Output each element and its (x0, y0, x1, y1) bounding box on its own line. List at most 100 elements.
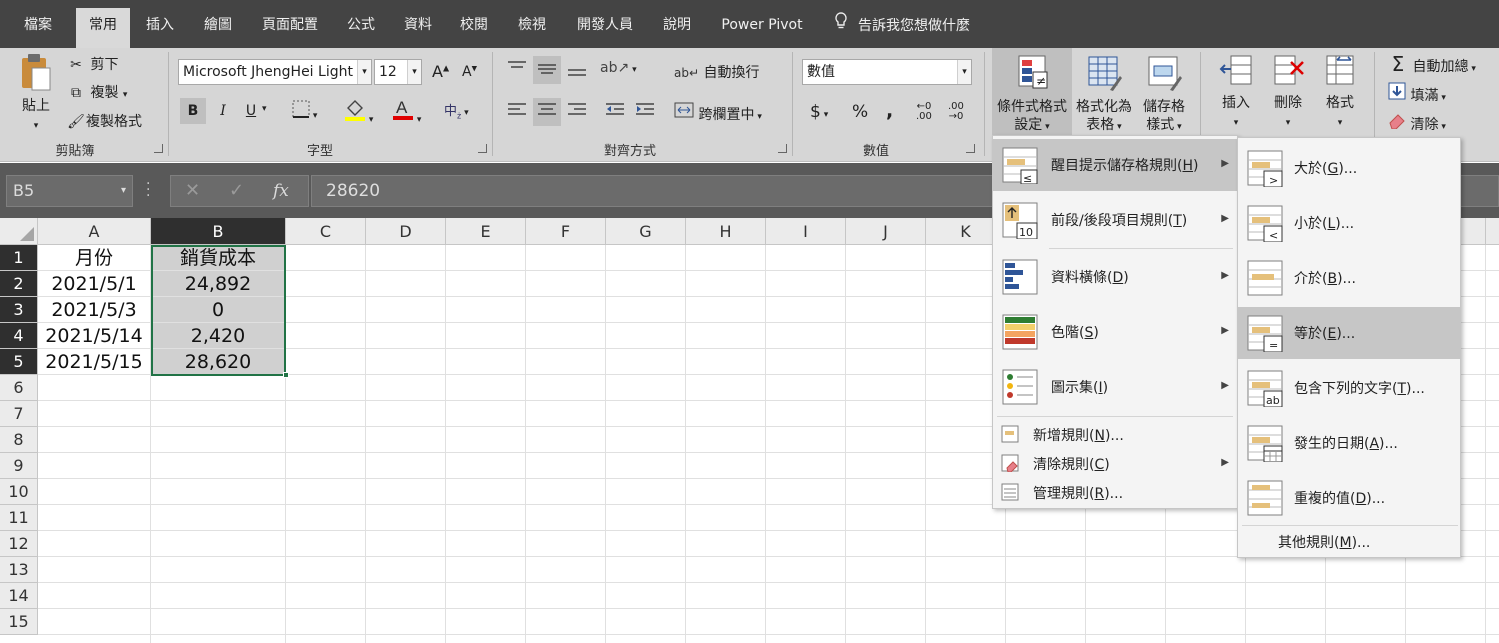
row-header-13[interactable]: 13 (0, 557, 38, 583)
menu-item-clear-rules[interactable]: 清除規則(C) ▶ (993, 449, 1237, 477)
cell-styles-button[interactable]: 儲存格 樣式 ▾ (1136, 48, 1192, 136)
font-size-dropdown[interactable]: 12 ▾ (374, 59, 422, 85)
increase-decimal-button[interactable]: ←0.00 (916, 102, 932, 122)
menu-item-data-bars[interactable]: 資料橫條(D) ▶ (993, 251, 1237, 303)
column-header-f[interactable]: F (526, 218, 606, 245)
underline-dropdown[interactable]: ▾ (262, 104, 267, 114)
format-painter-button[interactable]: 🖌複製格式 (66, 111, 142, 131)
insert-cells-button[interactable]: 插入 ▾ (1212, 52, 1260, 136)
tab-home[interactable]: 常用 (76, 8, 130, 48)
tab-page-layout[interactable]: 頁面配置 (252, 10, 328, 40)
select-all-button[interactable] (0, 218, 38, 245)
merge-center-button[interactable]: 跨欄置中 ▾ (674, 101, 762, 124)
row-header-6[interactable]: 6 (0, 375, 38, 401)
row-header-14[interactable]: 14 (0, 583, 38, 609)
tab-file[interactable]: 檔案 (10, 10, 66, 40)
row-header-2[interactable]: 2 (0, 271, 38, 297)
submenu-item-duplicate-values[interactable]: 重複的值(D)... (1238, 472, 1460, 524)
number-dialog-launcher[interactable] (966, 144, 975, 153)
formula-bar-resize-icon[interactable]: · · · (146, 177, 150, 203)
conditional-formatting-button[interactable]: ≠ 條件式格式 設定 ▾ (992, 48, 1072, 136)
submenu-item-date-occurring[interactable]: 發生的日期(A)... (1238, 417, 1460, 469)
number-format-dropdown[interactable]: 數值 ▾ (802, 59, 972, 85)
clear-button[interactable]: 清除 ▾ (1388, 111, 1446, 134)
underline-button[interactable]: U (240, 98, 262, 124)
tab-developer[interactable]: 開發人員 (566, 10, 644, 40)
submenu-item-between[interactable]: 介於(B)... (1238, 252, 1460, 304)
font-dialog-launcher[interactable] (478, 144, 487, 153)
tab-draw[interactable]: 繪圖 (192, 10, 244, 40)
menu-item-icon-sets[interactable]: 圖示集(I) ▶ (993, 361, 1237, 413)
row-header-1[interactable]: 1 (0, 245, 38, 271)
font-color-button[interactable]: A ▾ (392, 96, 421, 126)
align-left-button[interactable] (506, 100, 528, 124)
row-header-7[interactable]: 7 (0, 401, 38, 427)
menu-item-top-bottom-rules[interactable]: 10 前段/後段項目規則(T) ▶ (993, 194, 1237, 246)
phonetic-button[interactable]: 中ż ▾ (444, 100, 469, 121)
decrease-indent-button[interactable] (604, 100, 626, 124)
submenu-item-text-contains[interactable]: ab 包含下列的文字(T)... (1238, 362, 1460, 414)
tab-view[interactable]: 檢視 (507, 10, 557, 40)
column-header-a[interactable]: A (38, 218, 151, 245)
borders-button[interactable]: ▾ (292, 100, 317, 122)
insert-function-icon[interactable]: fx (273, 176, 289, 206)
tab-insert[interactable]: 插入 (136, 10, 184, 40)
row-header-11[interactable]: 11 (0, 505, 38, 531)
column-header-r[interactable]: R (1486, 218, 1499, 245)
column-header-b[interactable]: B (151, 218, 286, 245)
cell-a5[interactable]: 2021/5/15 (38, 349, 150, 374)
cell-a3[interactable]: 2021/5/3 (38, 297, 150, 322)
alignment-dialog-launcher[interactable] (778, 144, 787, 153)
align-center-button[interactable] (533, 98, 561, 126)
column-header-c[interactable]: C (286, 218, 366, 245)
tab-formulas[interactable]: 公式 (336, 10, 386, 40)
enter-icon[interactable]: ✓ (229, 176, 244, 206)
row-header-9[interactable]: 9 (0, 453, 38, 479)
menu-item-new-rule[interactable]: 新增規則(N)... (993, 420, 1237, 448)
align-middle-button[interactable] (533, 56, 561, 84)
row-header-5[interactable]: 5 (0, 349, 38, 375)
decrease-decimal-button[interactable]: .00 →0 (948, 102, 964, 122)
submenu-item-equal-to[interactable]: = 等於(E)... (1238, 307, 1460, 359)
delete-cells-button[interactable]: 刪除 ▾ (1264, 52, 1312, 136)
column-header-g[interactable]: G (606, 218, 686, 245)
column-header-h[interactable]: H (686, 218, 766, 245)
format-cells-button[interactable]: 格式 ▾ (1316, 52, 1364, 136)
menu-item-more-rules[interactable]: 其他規則(M)... (1238, 529, 1460, 555)
clipboard-dialog-launcher[interactable] (154, 144, 163, 153)
align-right-button[interactable] (566, 100, 588, 124)
paste-button[interactable]: 貼上 ▾ (14, 52, 58, 132)
tab-power-pivot[interactable]: Power Pivot (712, 10, 812, 40)
column-header-j[interactable]: J (846, 218, 926, 245)
comma-button[interactable]: , (886, 100, 893, 122)
cell-b4[interactable]: 2,420 (151, 323, 285, 348)
menu-item-color-scales[interactable]: 色階(S) ▶ (993, 306, 1237, 358)
cell-a2[interactable]: 2021/5/1 (38, 271, 150, 296)
fill-handle[interactable] (283, 372, 289, 378)
row-header-4[interactable]: 4 (0, 323, 38, 349)
fill-button[interactable]: 填滿 ▾ (1388, 82, 1446, 105)
tab-data[interactable]: 資料 (394, 10, 442, 40)
tab-review[interactable]: 校閱 (450, 10, 498, 40)
submenu-item-greater-than[interactable]: > 大於(G)... (1238, 142, 1460, 194)
submenu-item-less-than[interactable]: < 小於(L)... (1238, 197, 1460, 249)
bold-button[interactable]: B (180, 98, 206, 124)
align-top-button[interactable] (506, 58, 528, 82)
cell-b1[interactable]: 銷貨成本 (151, 245, 285, 270)
copy-button[interactable]: ⧉ 複製 ▾ (66, 82, 127, 102)
column-header-e[interactable]: E (446, 218, 526, 245)
name-box[interactable]: B5 ▾ (6, 175, 133, 207)
menu-item-highlight-rules[interactable]: ≤ 醒目提示儲存格規則(H) ▶ (993, 139, 1237, 191)
fill-color-button[interactable]: ▾ (344, 98, 373, 126)
tell-me-box[interactable]: 告訴我您想做什麼 (834, 10, 970, 40)
cell-b5[interactable]: 28,620 (151, 349, 285, 374)
row-header-15[interactable]: 15 (0, 609, 38, 635)
row-header-10[interactable]: 10 (0, 479, 38, 505)
grow-font-button[interactable]: A▲ (432, 62, 449, 81)
align-bottom-button[interactable] (566, 58, 588, 82)
orientation-button[interactable]: ab↗ ▾ (600, 60, 637, 76)
format-as-table-button[interactable]: 格式化為 表格 ▾ (1072, 48, 1136, 136)
menu-item-manage-rules[interactable]: 管理規則(R)... (993, 478, 1237, 506)
autosum-button[interactable]: Σ 自動加總 ▾ (1388, 52, 1476, 76)
cell-a1[interactable]: 月份 (38, 245, 150, 270)
